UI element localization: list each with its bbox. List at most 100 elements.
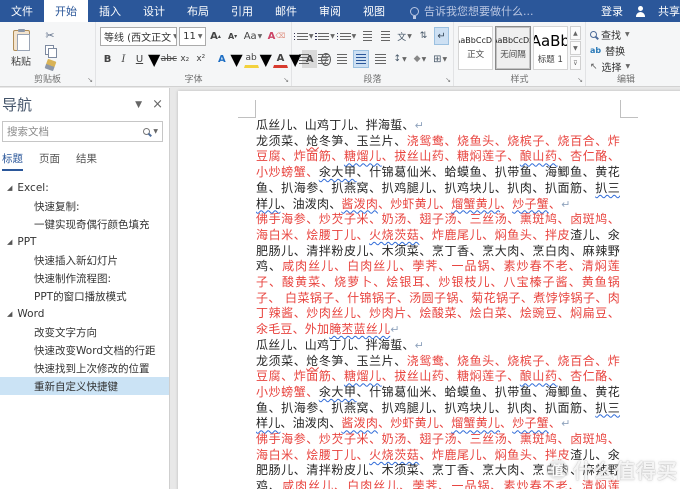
align-right-button[interactable] — [334, 50, 350, 68]
nav-item[interactable]: ◢ PPT — [0, 233, 169, 251]
shading-button[interactable]: ◆ ▼ — [412, 50, 429, 68]
text-run: 龙须菜、 — [256, 133, 307, 148]
bold-button[interactable]: B — [100, 50, 115, 68]
collapse-triangle-icon[interactable]: ◢ — [7, 184, 12, 192]
nav-item[interactable]: 一键实现奇偶行颜色填充 — [0, 215, 169, 233]
paste-button[interactable]: 粘贴 — [4, 26, 38, 72]
search-options-dropdown[interactable]: ▼ — [153, 128, 158, 135]
nav-tab-pages[interactable]: 页面 — [39, 151, 60, 171]
clipboard-dialog-launcher[interactable]: ↘ — [87, 77, 93, 84]
bullets-button[interactable]: ▼ — [293, 27, 314, 45]
tab-home[interactable]: 开始 — [44, 0, 88, 22]
nav-item[interactable]: PPT的窗口播放模式 — [0, 287, 169, 305]
text-run: 、拔丝山药、糖焖莲子、 — [381, 149, 520, 164]
numbering-button[interactable]: ▼ — [315, 27, 335, 45]
text-effects-dropdown[interactable]: ▼ — [230, 50, 242, 69]
tab-review[interactable]: 审阅 — [308, 0, 352, 22]
italic-button[interactable]: I — [116, 50, 131, 68]
text-run: 、油泼肉、 — [280, 416, 342, 431]
tab-layout[interactable]: 布局 — [176, 0, 220, 22]
find-dropdown[interactable]: ▼ — [625, 31, 630, 38]
font-size-combo[interactable]: 11 ▼ — [179, 26, 206, 46]
nav-tab-results[interactable]: 结果 — [76, 151, 97, 171]
share-button[interactable]: 共享 — [658, 3, 680, 19]
style-preview: AaBbCcDc — [459, 36, 493, 45]
sort-button[interactable]: ⇅ — [416, 27, 431, 45]
tab-references[interactable]: 引用 — [220, 0, 264, 22]
tab-insert[interactable]: 插入 — [88, 0, 132, 22]
align-center-button[interactable] — [315, 50, 331, 68]
align-center-icon — [318, 54, 329, 64]
format-painter-button[interactable] — [42, 58, 58, 71]
justify-button[interactable] — [353, 50, 370, 68]
select-dropdown[interactable]: ▼ — [626, 63, 631, 70]
cut-button[interactable]: ✂ — [42, 28, 58, 43]
tell-me-box[interactable]: 告诉我您想要做什么... — [410, 0, 534, 22]
copy-button[interactable] — [42, 44, 58, 58]
nav-tab-headings[interactable]: 标题 — [2, 151, 23, 171]
document-page: 瓜丝儿、山鸡丁儿、拌海蜇、↵ 龙须菜、炝冬笋、玉兰片、浇鸳鸯、烧鱼头、烧槟子、烧百… — [178, 91, 680, 489]
pane-options-dropdown[interactable]: ▼ — [135, 100, 142, 110]
search-icon[interactable] — [143, 128, 151, 135]
style-normal[interactable]: AaBbCcDc 正文 — [458, 26, 494, 70]
text-run: 氽大甲 — [318, 165, 357, 180]
find-button[interactable]: 查找 ▼ — [590, 27, 662, 42]
nav-item[interactable]: ◢ Excel: — [0, 179, 169, 197]
distribute-button[interactable] — [372, 50, 388, 68]
style-no-spacing[interactable]: AaBbCcDx 无间隔 — [495, 26, 531, 70]
collapse-triangle-icon[interactable]: ◢ — [7, 238, 12, 246]
font-name-combo[interactable]: 等线 (西文正文▼ — [100, 26, 178, 46]
tell-me-label: 告诉我您想要做什么... — [424, 5, 534, 18]
styles-dialog-launcher[interactable]: ↘ — [577, 77, 583, 84]
styles-gallery-expand[interactable]: ⊽ — [569, 56, 581, 70]
clear-formatting-button[interactable]: A ⌫ — [266, 27, 287, 45]
superscript-button[interactable]: x² — [193, 50, 208, 68]
tab-view[interactable]: 视图 — [352, 0, 396, 22]
tab-mailings[interactable]: 邮件 — [264, 0, 308, 22]
nav-item[interactable]: ◢ Word — [0, 305, 169, 323]
line-spacing-button[interactable]: ↕ ▼ — [392, 50, 409, 68]
underline-button[interactable]: U — [132, 50, 147, 68]
text-effects-button[interactable]: A — [214, 50, 229, 68]
nav-item[interactable]: 快速找到上次修改的位置 — [0, 359, 169, 377]
nav-item[interactable]: 快速制作流程图: — [0, 269, 169, 287]
navigation-pane: 导航 ▼ × ▼ 标题 页面 结果 ◢ Excel: 快速复制: 一键实现奇偶行颜色填… — [0, 88, 170, 489]
highlight-dropdown[interactable]: ▼ — [260, 50, 272, 69]
nav-item[interactable]: 快速插入新幻灯片 — [0, 251, 169, 269]
shrink-font-button[interactable]: A ▾ — [225, 27, 240, 45]
styles-scroll-up[interactable]: ▲ — [569, 26, 581, 40]
multilevel-list-button[interactable]: ▼ — [336, 27, 357, 45]
style-heading-1[interactable]: AaBb 标题 1 — [532, 26, 568, 70]
borders-button[interactable]: ⊞ ▼ — [431, 50, 449, 68]
change-case-button[interactable]: Aa ▼ — [242, 27, 264, 45]
highlight-button[interactable]: ab — [243, 50, 259, 68]
close-icon[interactable]: × — [152, 97, 163, 112]
search-input[interactable] — [3, 125, 144, 138]
show-marks-button[interactable]: ↵ — [434, 27, 450, 45]
nav-item[interactable]: 快速复制: — [0, 197, 169, 215]
nav-item-label: 快速找到上次修改的位置 — [34, 362, 150, 375]
paragraph: 瓜丝儿、山鸡丁儿、拌海蜇、↵ — [256, 338, 620, 354]
nav-item[interactable]: 重新自定义快捷键 — [0, 377, 169, 395]
replace-button[interactable]: ab 替换 — [590, 43, 662, 58]
document-text[interactable]: 瓜丝儿、山鸡丁儿、拌海蜇、↵ 龙须菜、炝冬笋、玉兰片、浇鸳鸯、烧鱼头、烧槟子、烧百… — [256, 118, 620, 489]
paragraph-dialog-launcher[interactable]: ↘ — [445, 77, 451, 84]
sign-in-button[interactable]: 登录 — [601, 3, 623, 19]
increase-indent-button[interactable] — [378, 27, 393, 45]
font-dialog-launcher[interactable]: ↘ — [283, 77, 289, 84]
align-left-button[interactable] — [296, 50, 312, 68]
grow-font-button[interactable]: A ▴ — [208, 27, 223, 45]
asian-layout-button[interactable]: 文 ▼ — [396, 27, 413, 45]
user-icon[interactable] — [635, 5, 646, 17]
strikethrough-button[interactable]: abc — [161, 50, 177, 68]
tab-design[interactable]: 设计 — [132, 0, 176, 22]
collapse-triangle-icon[interactable]: ◢ — [7, 310, 12, 318]
styles-scroll-down[interactable]: ▼ — [569, 41, 581, 55]
nav-item[interactable]: 改变文字方向 — [0, 323, 169, 341]
decrease-indent-button[interactable] — [360, 27, 375, 45]
nav-item[interactable]: 快速改变Word文档的行距 — [0, 341, 169, 359]
subscript-button[interactable]: x₂ — [177, 50, 192, 68]
tab-file[interactable]: 文件 — [0, 0, 44, 22]
font-color-button[interactable]: A — [272, 50, 288, 68]
underline-dropdown[interactable]: ▼ — [148, 50, 160, 69]
